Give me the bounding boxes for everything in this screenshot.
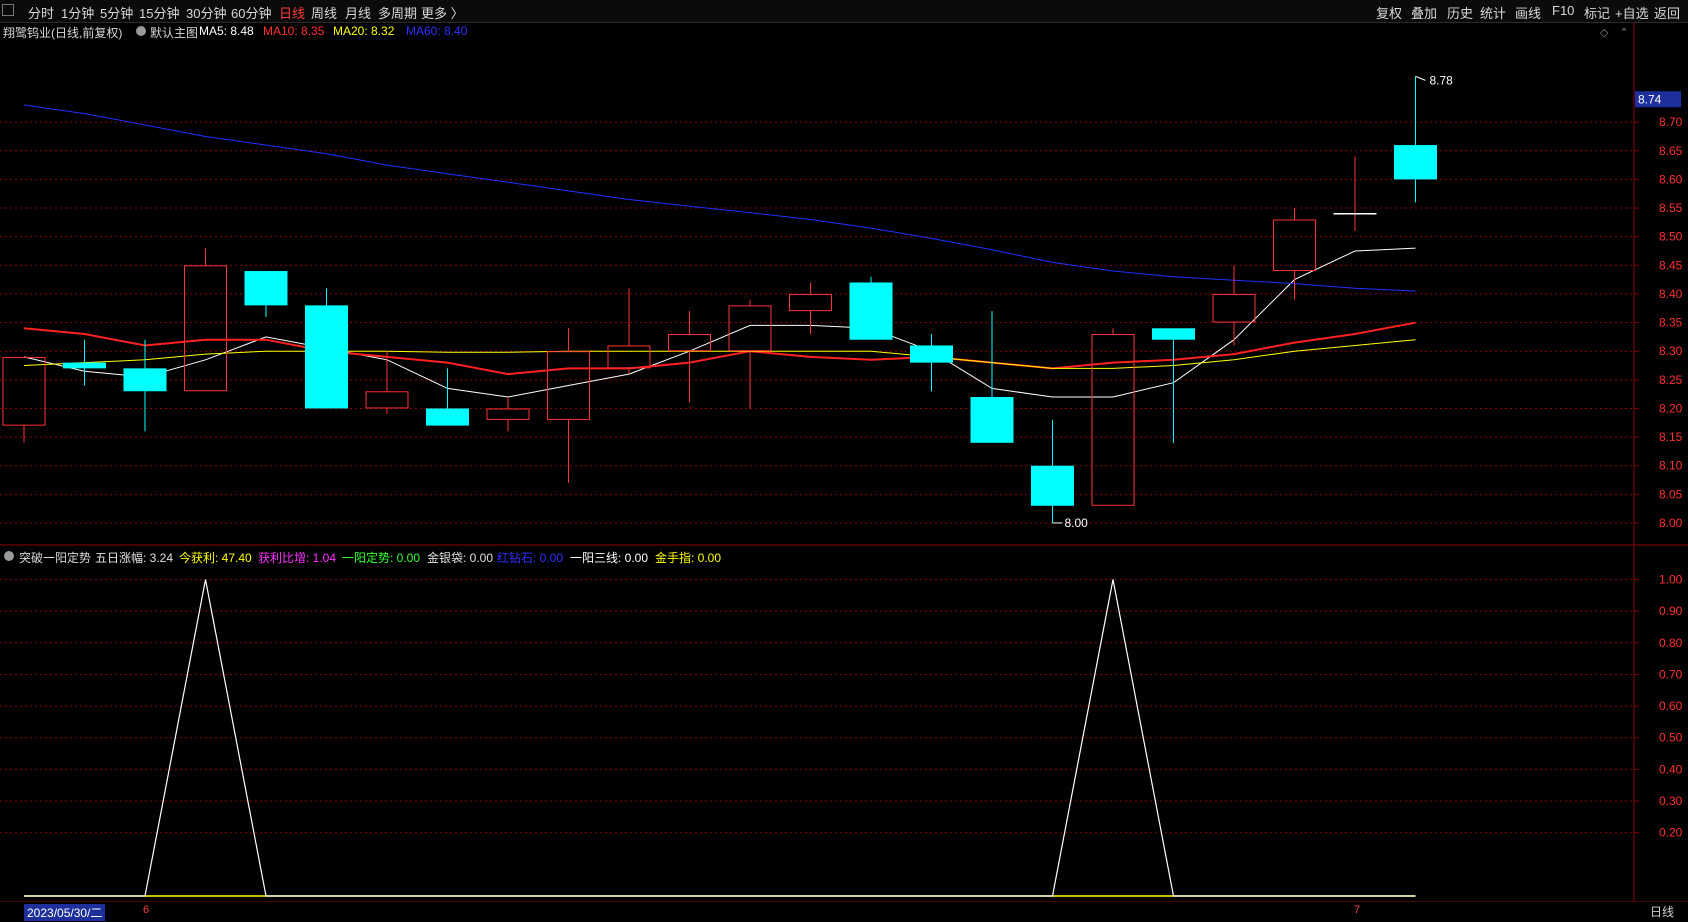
indicator-tick-label: 1.00 (1659, 572, 1683, 586)
menu-icon[interactable] (2, 4, 14, 16)
toolbar-right-item-7[interactable]: +自选 (1615, 3, 1649, 22)
toolbar-right-item-5[interactable]: F10 (1552, 3, 1574, 18)
indicator-tick-label: 0.70 (1659, 667, 1683, 681)
price-tick-label: 8.20 (1659, 401, 1683, 415)
candle-body-down (1394, 145, 1437, 180)
price-tick-label: 8.05 (1659, 487, 1683, 501)
candle-body-down (63, 362, 106, 369)
ma-line-ma60 (23, 104, 1416, 292)
toolbar-right-item-2[interactable]: 历史 (1447, 3, 1473, 22)
period-label: 日线 (1650, 905, 1675, 919)
candle-body-up (1091, 334, 1135, 506)
ma-line-ma10 (23, 321, 1416, 376)
ma-line-ma20 (23, 339, 1416, 369)
toolbar-right-item-0[interactable]: 复权 (1376, 3, 1402, 22)
candle-body-down (970, 396, 1014, 443)
candle-body-down (426, 408, 469, 426)
candle-body-up (607, 345, 651, 369)
indicator-tick-label: 0.50 (1659, 731, 1683, 745)
price-tick-label: 8.50 (1659, 230, 1683, 244)
price-tick-label: 8.60 (1659, 172, 1683, 186)
toolbar-item-8[interactable]: 月线 (345, 3, 371, 22)
indicator-tick-label: 0.30 (1659, 794, 1683, 808)
price-tick-label: 8.70 (1659, 115, 1683, 129)
toolbar-right-item-3[interactable]: 统计 (1480, 3, 1506, 22)
candle-body-up (728, 305, 772, 352)
low-price-label: 8.00 (1065, 516, 1089, 530)
candle-body-down (910, 345, 953, 363)
toolbar-item-5[interactable]: 60分钟 (231, 3, 271, 22)
candle-body-up (184, 265, 227, 392)
high-pointer (1415, 75, 1426, 81)
toolbar-item-2[interactable]: 5分钟 (100, 3, 133, 22)
candle-body-up (365, 391, 409, 409)
price-tick-label: 8.30 (1659, 344, 1683, 358)
candle-body-up (789, 293, 832, 312)
indicator-tick-label: 0.80 (1659, 636, 1683, 650)
price-tick-label: 8.45 (1659, 258, 1683, 272)
toolbar-right-item-4[interactable]: 画线 (1515, 3, 1541, 22)
month-mark-7: 7 (1354, 904, 1361, 916)
candle-body-down (849, 282, 893, 340)
toolbar-item-3[interactable]: 15分钟 (139, 3, 179, 22)
indicator-tick-label: 0.90 (1659, 604, 1683, 618)
price-tick-label: 8.65 (1659, 144, 1683, 158)
candle-body-down (305, 305, 348, 409)
toolbar-item-4[interactable]: 30分钟 (186, 3, 226, 22)
toolbar-right-item-6[interactable]: 标记 (1584, 3, 1610, 22)
toolbar-right-item-8[interactable]: 返回 (1654, 3, 1680, 22)
candle-body-down (1152, 328, 1195, 340)
high-price-label: 8.78 (1430, 73, 1454, 87)
bottom-bar (0, 902, 1688, 922)
toolbar-item-10[interactable]: 更多 〉 (421, 3, 464, 22)
period-toolbar: 分时 1分钟 5分钟 15分钟 30分钟 60分钟 日线 周线 月线 多周期 更多 〉 复权 叠加 历史… (0, 0, 1688, 23)
price-tick-label: 8.00 (1659, 516, 1683, 530)
price-tick-label: 8.35 (1659, 316, 1683, 330)
candle-body-up (486, 408, 530, 420)
toolbar-item-0[interactable]: 分时 (28, 3, 54, 22)
cursor-date: 2023/05/30/二 (24, 904, 106, 921)
indicator-tick-label: 0.60 (1659, 699, 1683, 713)
candle-body-up (1212, 293, 1256, 323)
indicator-tick-label: 0.20 (1659, 826, 1683, 840)
price-tick-label: 8.15 (1659, 430, 1683, 444)
candle-body-down (1031, 465, 1074, 506)
toolbar-item-1[interactable]: 1分钟 (61, 3, 94, 22)
toolbar-item-9[interactable]: 多周期 (378, 3, 417, 22)
current-price-label: 8.74 (1638, 92, 1662, 106)
toolbar-item-7[interactable]: 周线 (311, 3, 337, 22)
price-tick-label: 8.40 (1659, 287, 1683, 301)
candle-body-down (123, 368, 167, 392)
candle-body-up (668, 334, 711, 352)
price-tick-label: 8.10 (1659, 459, 1683, 473)
price-tick-label: 8.25 (1659, 373, 1683, 387)
toolbar-right-item-1[interactable]: 叠加 (1411, 3, 1437, 22)
price-tick-label: 8.55 (1659, 201, 1683, 215)
month-mark-6: 6 (143, 904, 150, 916)
indicator-tick-label: 0.40 (1659, 762, 1683, 776)
candle-body-up (1273, 219, 1316, 272)
toolbar-item-6[interactable]: 日线 (279, 3, 305, 22)
candle-body-down (244, 271, 288, 306)
kline-chart[interactable]: 8.70 8.65 8.60 8.55 8.50 8.45 8.40 8.35 8.30 8.25… (0, 22, 1688, 902)
candle-body-up (2, 356, 46, 426)
